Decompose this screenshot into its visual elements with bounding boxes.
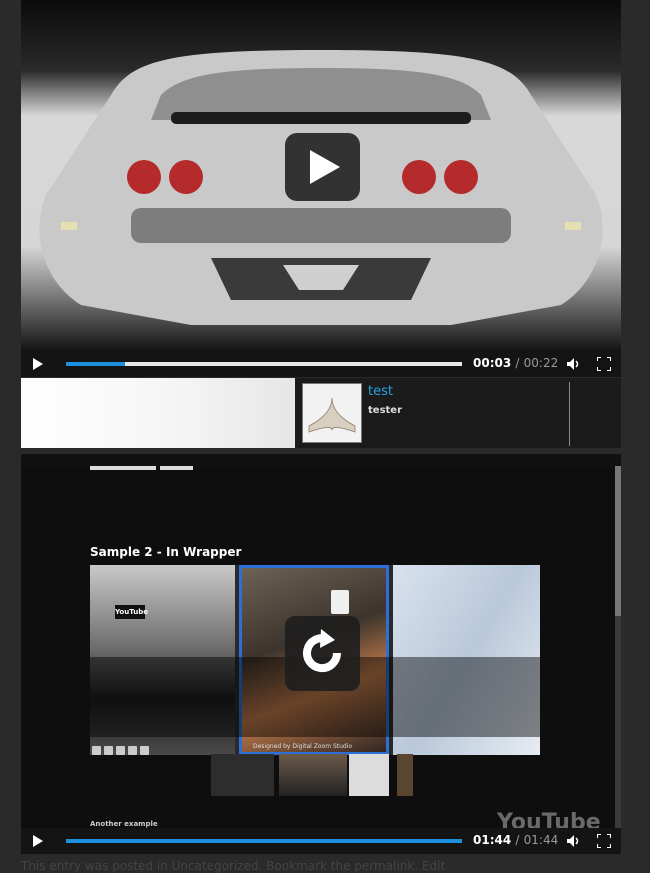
current-time: 00:03 [473, 356, 512, 370]
playlist-left-panel [21, 378, 295, 448]
replay-button[interactable] [285, 616, 360, 691]
social-icons [92, 740, 152, 755]
time-separator: / [515, 833, 520, 847]
gallery-file-icon [331, 590, 349, 614]
video-frame[interactable]: Sample 2 - In Wrapper YouTube Designed b… [21, 454, 621, 835]
seek-progress [66, 362, 126, 366]
playlist-thumbnail[interactable] [302, 383, 362, 443]
playlist-item-title[interactable]: test [368, 384, 393, 399]
gallery-thumbnail [349, 754, 389, 796]
post-footer-text: This entry was posted in Uncategorized. … [21, 859, 446, 873]
time-separator: / [515, 356, 520, 370]
site-scrollbar-thumb [615, 466, 621, 616]
site-top-bar [160, 466, 193, 470]
control-bar: 00:03 / 00:22 [21, 351, 621, 377]
site-title: Sample 2 - In Wrapper [90, 545, 242, 559]
designed-by-text: Designed by Digital Zoom Studio [253, 743, 353, 750]
duration: 01:44 [523, 833, 559, 847]
replay-icon [303, 629, 342, 673]
gallery-thumbnail [279, 754, 347, 796]
duration: 00:22 [523, 356, 559, 370]
play-icon[interactable] [33, 835, 43, 847]
seek-bar[interactable] [66, 362, 462, 366]
big-play-button[interactable] [285, 133, 360, 201]
seek-bar[interactable] [66, 839, 462, 843]
site-top-bar [90, 466, 156, 470]
gallery-thumbnail [397, 754, 413, 796]
playlist-divider [569, 382, 570, 446]
gallery-thumbnail [211, 754, 274, 796]
current-time: 01:44 [473, 833, 512, 847]
fullscreen-icon[interactable] [597, 834, 611, 848]
playlist-item-subtitle: tester [368, 405, 403, 416]
play-icon[interactable] [33, 358, 43, 370]
time-display: 00:03 / 00:22 [473, 356, 558, 370]
video-player-1[interactable]: 00:03 / 00:22 [21, 0, 621, 377]
time-display: 01:44 / 01:44 [473, 833, 558, 847]
video-player-2[interactable]: Sample 2 - In Wrapper YouTube Designed b… [21, 454, 621, 854]
playlist-strip: test tester [21, 378, 621, 448]
youtube-logo: YouTube [115, 605, 148, 619]
seek-progress [66, 839, 462, 843]
control-bar: 01:44 / 01:44 [21, 828, 621, 854]
video-frame[interactable] [21, 0, 621, 352]
fullscreen-icon[interactable] [597, 357, 611, 371]
volume-icon[interactable] [567, 358, 581, 370]
volume-icon[interactable] [567, 835, 581, 847]
book-image [308, 397, 356, 433]
another-example-label: Another example [90, 820, 158, 828]
